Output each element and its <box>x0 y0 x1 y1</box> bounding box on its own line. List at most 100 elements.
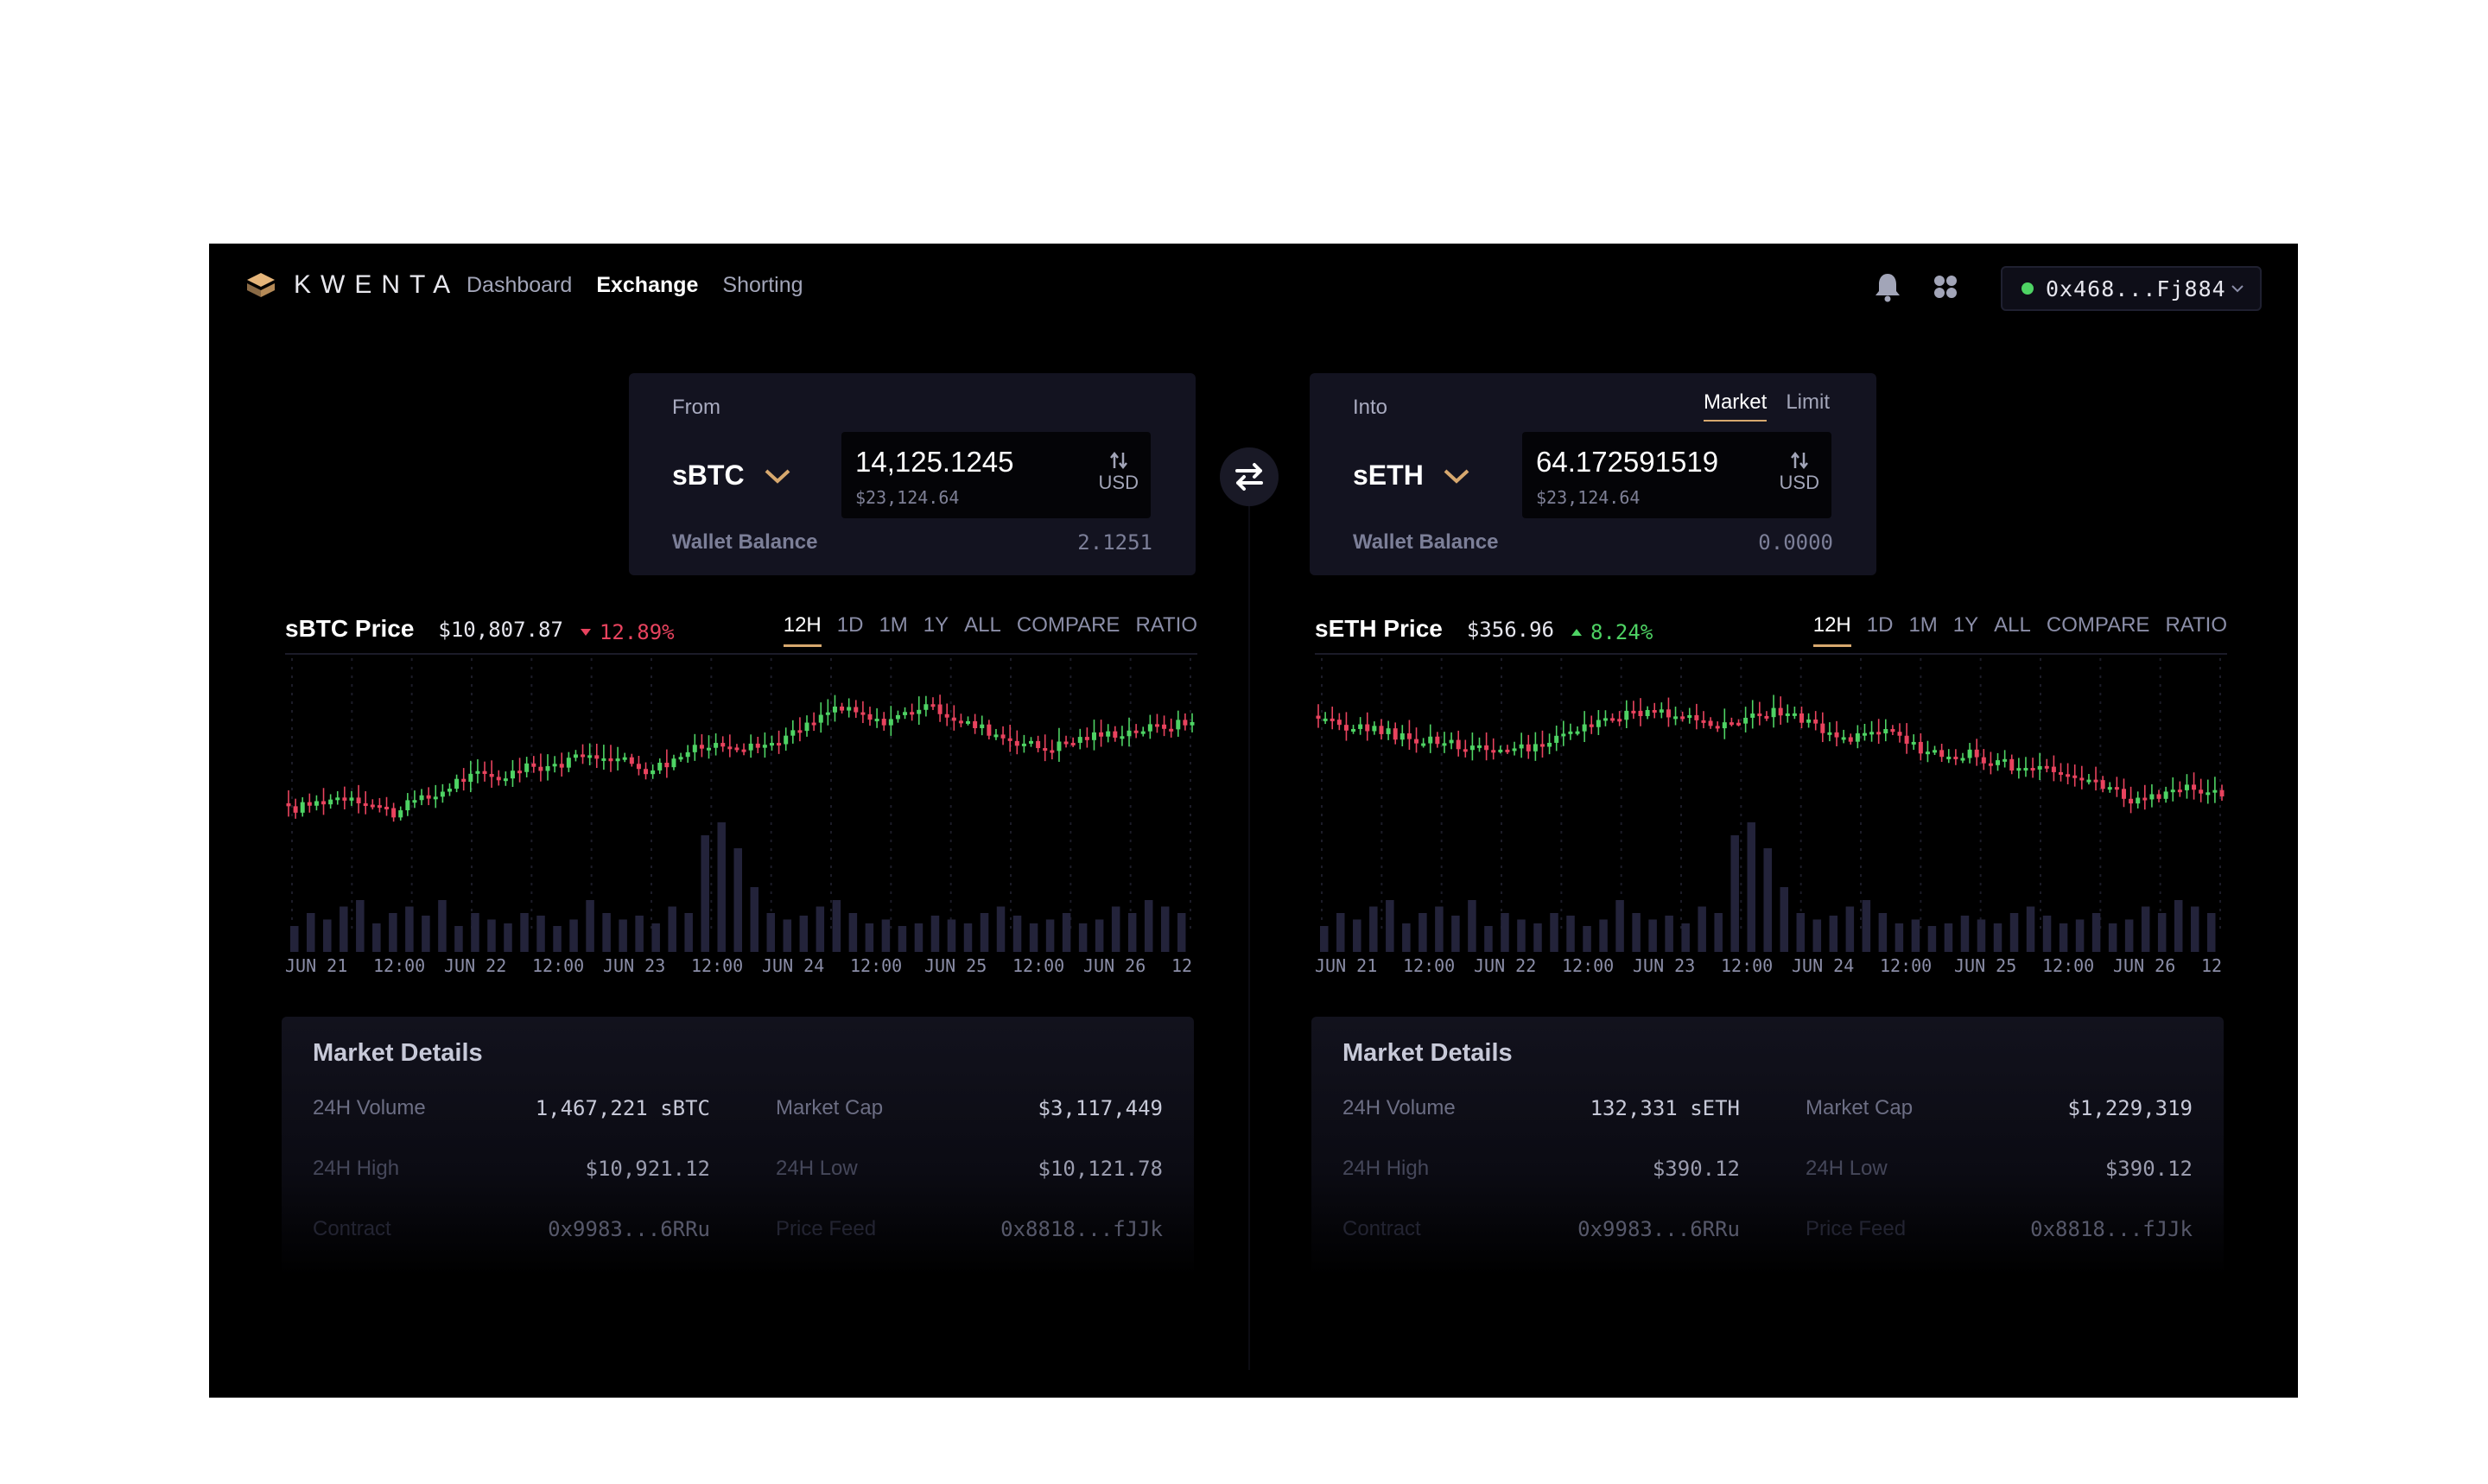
tab-1y[interactable]: 1Y <box>923 613 949 647</box>
tab-compare[interactable]: COMPARE <box>1017 613 1120 647</box>
from-currency: sBTC <box>672 460 745 491</box>
from-amount-input[interactable]: 14,125.1245 <box>855 446 1014 479</box>
tab-all[interactable]: ALL <box>964 613 1001 647</box>
into-currency-toggle[interactable]: USD <box>1780 451 1819 494</box>
volume-bar <box>996 906 1006 952</box>
candle <box>2136 797 2141 804</box>
price-feed-address[interactable]: 0x8818...fJJk <box>1000 1217 1163 1241</box>
candle <box>300 802 305 813</box>
into-currency-select[interactable]: sETH <box>1353 460 1470 491</box>
contract-address[interactable]: 0x9983...6RRu <box>1541 1217 1740 1241</box>
x-tick-label: JUN 21 <box>285 955 348 976</box>
order-type-tabs: Market Limit <box>1703 390 1830 422</box>
detail-value: $390.12 <box>2104 1157 2193 1181</box>
tab-compare[interactable]: COMPARE <box>2047 613 2150 647</box>
volume-bar <box>816 906 825 952</box>
candle <box>321 801 327 805</box>
volume-bar <box>1993 923 2002 952</box>
volume-bar <box>1780 887 1789 952</box>
candle <box>1021 743 1026 746</box>
from-currency-toggle[interactable]: USD <box>1099 451 1139 494</box>
candlestick-chart[interactable] <box>285 658 1197 954</box>
brand-name: KWENTA <box>294 270 460 299</box>
candle <box>1694 714 1699 720</box>
volume-bar <box>1517 919 1526 952</box>
candle <box>790 730 796 736</box>
candle <box>1498 749 1503 752</box>
candle <box>1918 741 1923 754</box>
candle <box>1659 709 1664 713</box>
detail-label: Price Feed <box>1806 1217 1907 1240</box>
into-currency: sETH <box>1353 460 1424 491</box>
candle <box>1029 740 1034 744</box>
candle <box>328 799 333 805</box>
tab-1y[interactable]: 1Y <box>1953 613 1978 647</box>
tab-1d[interactable]: 1D <box>837 613 864 647</box>
volume-bar <box>1012 916 1022 952</box>
nav-item-exchange[interactable]: Exchange <box>596 273 698 298</box>
tab-limit[interactable]: Limit <box>1786 390 1830 422</box>
candle <box>1596 720 1601 727</box>
volume-bar <box>1796 913 1806 952</box>
into-amount-input[interactable]: 64.172591519 <box>1536 446 1718 479</box>
volume-bar <box>865 923 874 952</box>
price-feed-address[interactable]: 0x8818...fJJk <box>2030 1217 2193 1241</box>
tab-ratio[interactable]: RATIO <box>1135 613 1197 647</box>
x-tick-label: 12:00 <box>850 955 903 976</box>
tab-12h[interactable]: 12H <box>1812 613 1851 647</box>
tab-1m[interactable]: 1M <box>879 613 907 647</box>
volume-bar <box>1698 906 1706 952</box>
volume-bar <box>684 913 693 952</box>
candlestick-chart[interactable] <box>1315 658 2227 954</box>
candle <box>342 797 347 801</box>
candle <box>405 800 410 811</box>
brand-logo[interactable]: KWENTA <box>244 268 460 302</box>
from-amount-box[interactable]: 14,125.1245 $23,124.64 USD <box>841 432 1151 518</box>
candle <box>2170 790 2175 793</box>
candle <box>1862 732 1867 736</box>
bell-icon[interactable] <box>1873 271 1902 302</box>
candle <box>1827 732 1832 735</box>
detail-value: 132,331 sETH <box>1590 1096 1740 1120</box>
candle <box>1778 707 1783 716</box>
candle <box>1855 732 1860 742</box>
swap-button[interactable] <box>1220 447 1279 506</box>
tab-market[interactable]: Market <box>1703 390 1768 422</box>
candle <box>762 745 767 748</box>
volume-bar <box>1451 916 1460 952</box>
tab-ratio[interactable]: RATIO <box>2165 613 2227 647</box>
volume-bar <box>651 923 660 952</box>
candle <box>454 778 460 790</box>
candle <box>1841 737 1846 740</box>
candle <box>1750 713 1755 718</box>
x-tick-label: JUN 24 <box>762 955 825 976</box>
grid-icon[interactable] <box>1933 275 1958 299</box>
candle <box>475 771 480 774</box>
candle <box>903 712 908 715</box>
wallet-button[interactable]: 0x468...Fj884 <box>2001 266 2262 311</box>
tab-1d[interactable]: 1D <box>1867 613 1894 647</box>
up-down-arrows-icon <box>1790 451 1808 470</box>
candle <box>734 747 739 751</box>
nav-item-shorting[interactable]: Shorting <box>722 273 803 298</box>
volume-bar <box>1320 926 1329 952</box>
candle <box>2212 790 2218 793</box>
contract-address[interactable]: 0x9983...6RRu <box>511 1217 710 1241</box>
candle <box>1743 717 1749 724</box>
from-currency-select[interactable]: sBTC <box>672 460 791 491</box>
candle <box>777 743 782 746</box>
into-amount-box[interactable]: 64.172591519 $23,124.64 USD <box>1522 432 1831 518</box>
volume-bar <box>963 923 973 952</box>
candle <box>1512 748 1517 752</box>
candle <box>433 796 438 800</box>
candle <box>847 707 852 711</box>
nav-item-dashboard[interactable]: Dashboard <box>466 273 572 298</box>
volume-bar <box>1665 916 1673 952</box>
tab-12h[interactable]: 12H <box>783 613 822 647</box>
candle <box>966 720 971 724</box>
candle <box>2066 774 2071 777</box>
volume-bar <box>1177 913 1186 952</box>
tab-1m[interactable]: 1M <box>1908 613 1937 647</box>
tab-all[interactable]: ALL <box>1994 613 2031 647</box>
candle <box>1400 732 1405 740</box>
